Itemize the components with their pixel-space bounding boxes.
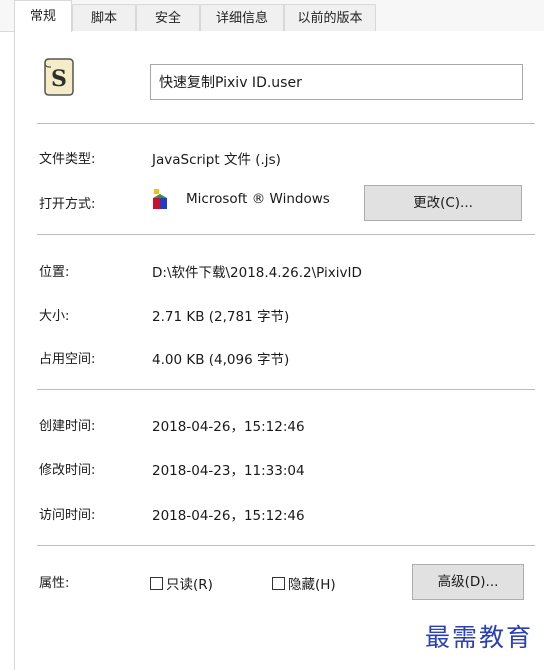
change-button[interactable]: 更改(C)...	[364, 185, 522, 221]
tab-script[interactable]: 脚本	[72, 4, 136, 31]
modified-value: 2018-04-23，11:33:04	[152, 463, 305, 479]
divider	[37, 123, 535, 124]
location-value: D:\软件下载\2018.4.26.2\PixivID	[152, 265, 362, 281]
readonly-checkbox-box[interactable]	[150, 576, 163, 590]
created-value: 2018-04-26，15:12:46	[152, 419, 305, 435]
tab-general[interactable]: 常规	[14, 0, 72, 32]
created-label: 创建时间:	[39, 419, 96, 434]
hidden-label: 隐藏(H)	[288, 577, 336, 593]
divider	[37, 545, 535, 546]
divider	[37, 389, 535, 390]
modified-label: 修改时间:	[39, 463, 96, 478]
tab-bar: 常规 脚本 安全 详细信息 以前的版本	[0, 0, 544, 32]
accessed-label: 访问时间:	[39, 508, 96, 523]
size-on-disk-value: 4.00 KB (4,096 字节)	[152, 352, 290, 368]
location-label: 位置:	[39, 265, 70, 280]
tab-previous-versions[interactable]: 以前的版本	[284, 4, 376, 31]
watermark: 最需教育	[425, 623, 534, 652]
size-label: 大小:	[39, 309, 70, 324]
tab-details[interactable]: 详细信息	[200, 4, 284, 31]
script-file-icon: S	[41, 57, 77, 97]
svg-text:S: S	[51, 66, 67, 92]
windows-script-host-icon	[151, 188, 171, 212]
attributes-label: 属性:	[39, 576, 70, 591]
hidden-checkbox-box[interactable]	[272, 576, 285, 590]
accessed-value: 2018-04-26，15:12:46	[152, 508, 305, 524]
file-type-value: JavaScript 文件 (.js)	[152, 152, 281, 168]
advanced-button[interactable]: 高级(D)...	[412, 564, 524, 600]
divider	[37, 234, 535, 235]
size-on-disk-label: 占用空间:	[39, 352, 96, 367]
size-value: 2.71 KB (2,781 字节)	[152, 309, 290, 325]
opens-with-value: Microsoft ® Windows	[186, 191, 330, 207]
tab-security[interactable]: 安全	[136, 4, 200, 31]
hidden-checkbox[interactable]: 隐藏(H)	[272, 573, 336, 593]
readonly-checkbox[interactable]: 只读(R)	[150, 573, 213, 593]
file-name-field[interactable]	[150, 64, 523, 100]
readonly-label: 只读(R)	[166, 577, 213, 593]
general-panel: S 文件类型: JavaScript 文件 (.js) 打开方式: Micros…	[14, 31, 544, 670]
file-type-label: 文件类型:	[39, 152, 96, 167]
opens-with-label: 打开方式:	[39, 197, 96, 212]
